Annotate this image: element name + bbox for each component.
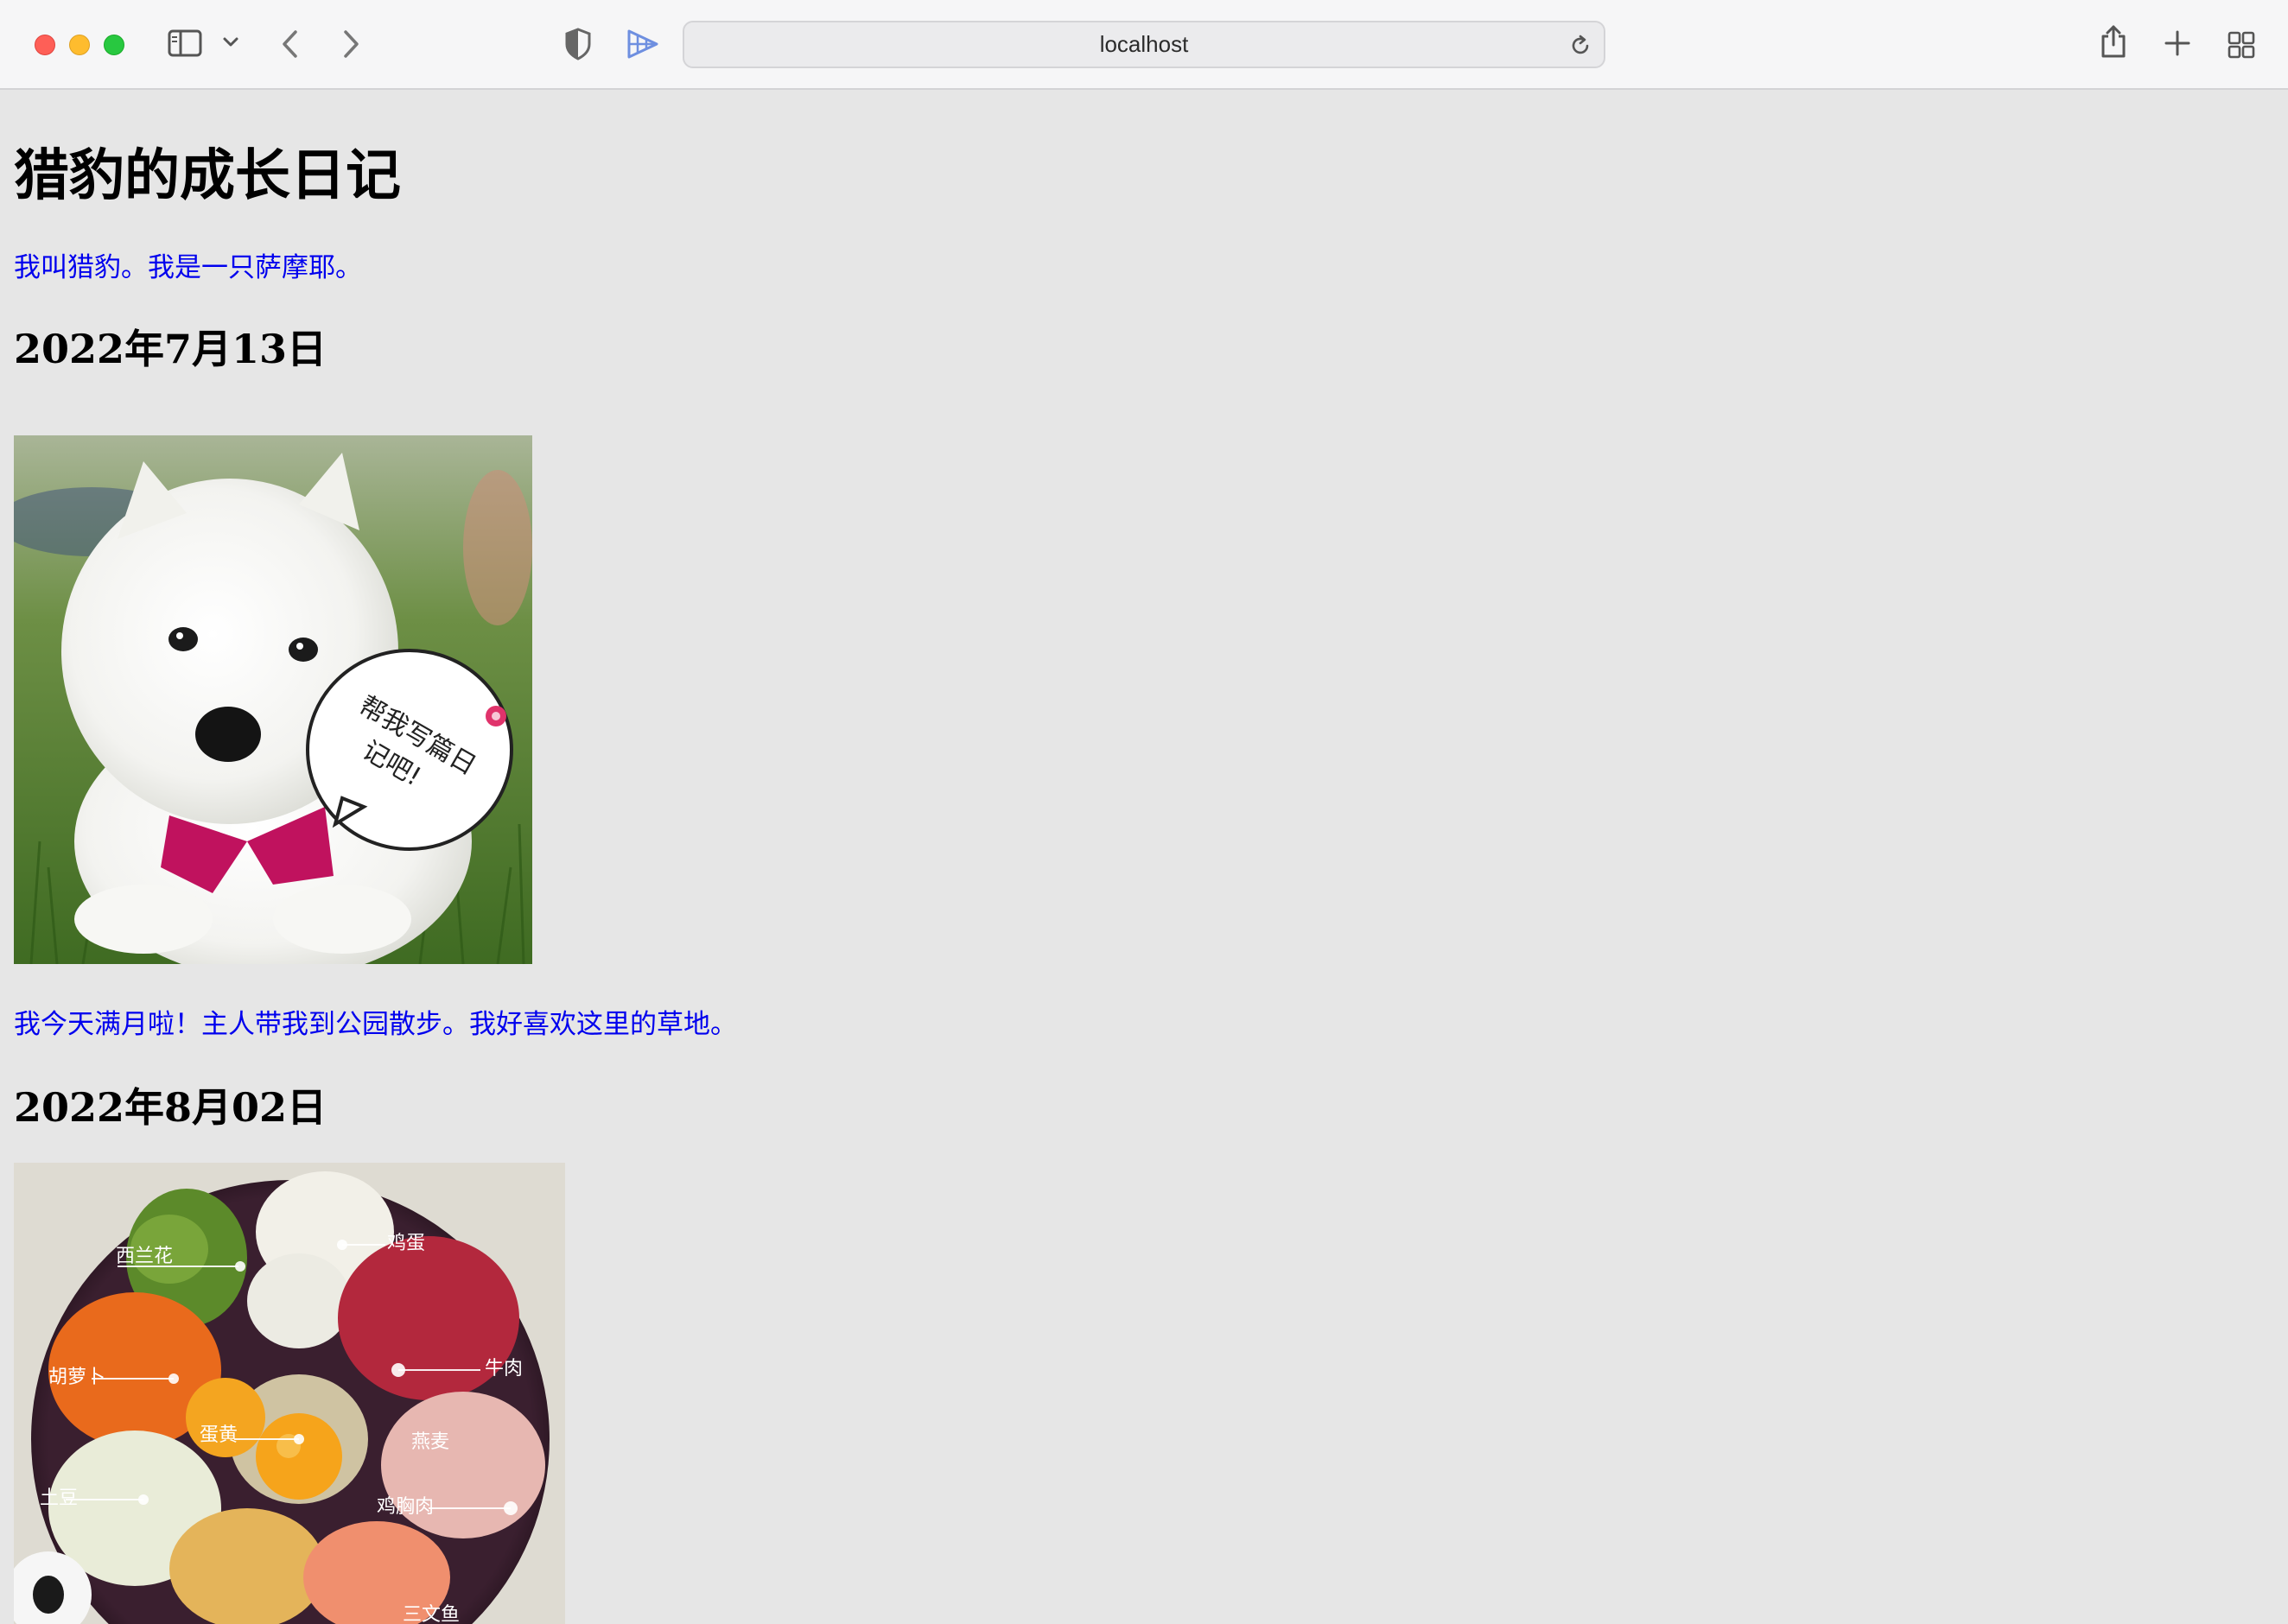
page-title: 猎豹的成长日记 <box>14 143 401 208</box>
samoyed-puppy-photo: 帮我写篇日 记吧! <box>14 435 532 964</box>
reload-icon[interactable] <box>1569 35 1592 57</box>
intro-text: 我叫猎豹。我是一只萨摩耶。 <box>14 252 362 283</box>
svg-text:胡萝卜: 胡萝卜 <box>48 1367 105 1388</box>
share-icon[interactable] <box>2100 24 2127 59</box>
entry-date: 2022年8月02日 <box>14 1084 327 1131</box>
forward-icon[interactable] <box>340 29 361 59</box>
browser-toolbar: localhost <box>0 0 2288 90</box>
web-page: 猎豹的成长日记 我叫猎豹。我是一只萨摩耶。 2022年7月13日 帮我写篇日 记… <box>0 90 2288 1624</box>
zoom-window-button[interactable] <box>104 35 124 55</box>
chevron-down-icon[interactable] <box>222 36 239 48</box>
close-window-button[interactable] <box>35 35 55 55</box>
svg-text:鸡胸肉: 鸡胸肉 <box>377 1496 434 1518</box>
extension-icon[interactable] <box>626 28 660 60</box>
svg-text:土豆: 土豆 <box>40 1488 78 1509</box>
dog-food-bowl-photo: 西兰花 鸡蛋 牛肉 胡萝卜 蛋黄 燕麦 土豆 鸡胸肉 三文鱼 <box>14 1163 565 1624</box>
svg-text:三文鱼: 三文鱼 <box>403 1604 460 1624</box>
sidebar-icon[interactable] <box>168 29 202 57</box>
svg-text:蛋黄: 蛋黄 <box>200 1424 238 1446</box>
back-icon[interactable] <box>280 29 301 59</box>
svg-text:西兰花: 西兰花 <box>116 1246 173 1267</box>
new-tab-icon[interactable] <box>2164 29 2191 57</box>
privacy-shield-icon[interactable] <box>565 28 591 60</box>
svg-text:鸡蛋: 鸡蛋 <box>387 1233 425 1254</box>
address-bar[interactable]: localhost <box>683 21 1605 68</box>
svg-text:燕麦: 燕麦 <box>411 1431 449 1453</box>
minimize-window-button[interactable] <box>69 35 90 55</box>
tab-overview-icon[interactable] <box>2228 31 2255 59</box>
svg-text:牛肉: 牛肉 <box>485 1358 523 1380</box>
entry-caption: 我今天满月啦！主人带我到公园散步。我好喜欢这里的草地。 <box>14 1009 737 1040</box>
entry-date: 2022年7月13日 <box>14 326 327 372</box>
url-text: localhost <box>1099 31 1189 57</box>
